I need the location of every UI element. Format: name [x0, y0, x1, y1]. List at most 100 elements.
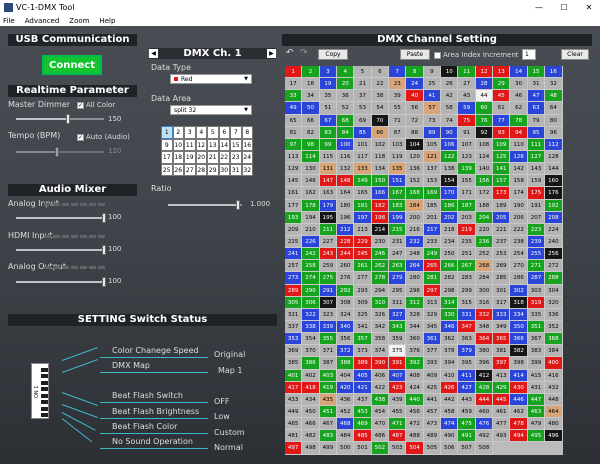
- dmx-channel-cell[interactable]: 100: [337, 138, 355, 151]
- dmx-channel-cell[interactable]: 395: [458, 357, 476, 370]
- dmx-channel-cell[interactable]: 122: [441, 150, 459, 164]
- dmx-channel-cell[interactable]: 388: [337, 357, 355, 370]
- dmx-channel-cell[interactable]: 182: [371, 199, 390, 212]
- dmx-channel-cell[interactable]: 157: [493, 175, 511, 188]
- dmx-channel-cell[interactable]: 227: [319, 235, 338, 249]
- maximize-button[interactable]: ☐: [555, 0, 573, 15]
- dmx-channel-cell[interactable]: 405: [354, 369, 372, 382]
- dmx-channel-cell[interactable]: 25: [423, 78, 442, 91]
- dmx-channel-cell[interactable]: 487: [389, 430, 407, 443]
- dmx-channel-cell[interactable]: 62: [510, 102, 528, 115]
- dmx-channel-cell[interactable]: 482: [302, 430, 320, 443]
- area-index-cell[interactable]: 19: [184, 151, 196, 164]
- dmx-channel-cell[interactable]: 234: [441, 235, 459, 249]
- dmx-channel-cell[interactable]: 333: [493, 308, 511, 321]
- dmx-channel-cell[interactable]: 320: [545, 296, 563, 309]
- dmx-channel-cell[interactable]: 186: [441, 199, 459, 212]
- dmx-channel-cell[interactable]: 66: [302, 114, 320, 127]
- dmx-channel-cell[interactable]: 434: [302, 393, 320, 406]
- dmx-channel-cell[interactable]: 152: [406, 175, 424, 188]
- dmx-channel-cell[interactable]: 37: [354, 90, 372, 103]
- dmx-channel-cell[interactable]: 481: [285, 430, 303, 443]
- area-index-cell[interactable]: 4: [195, 126, 207, 139]
- area-index-cell[interactable]: 22: [218, 151, 230, 164]
- dmx-channel-cell[interactable]: 504: [406, 442, 424, 455]
- master-dimmer-thumb[interactable]: [65, 114, 70, 124]
- dmx-channel-cell[interactable]: 442: [441, 393, 459, 406]
- dmx-channel-cell[interactable]: 338: [302, 320, 320, 334]
- dmx-channel-cell[interactable]: 480: [545, 418, 563, 431]
- dmx-channel-cell[interactable]: 285: [493, 272, 511, 285]
- dmx-channel-cell[interactable]: 427: [458, 381, 476, 394]
- dmx-channel-cell[interactable]: 115: [319, 150, 338, 164]
- dmx-channel-cell[interactable]: 128: [545, 150, 563, 164]
- dmx-channel-cell[interactable]: 217: [423, 223, 442, 236]
- dmx-channel-cell[interactable]: 241: [285, 248, 303, 261]
- dmx-channel-cell[interactable]: 432: [545, 381, 563, 394]
- area-index-cell[interactable]: 24: [241, 151, 253, 164]
- dmx-channel-cell[interactable]: 313: [423, 296, 442, 309]
- redo-icon[interactable]: ↷: [300, 48, 308, 58]
- dmx-channel-cell[interactable]: 497: [285, 442, 303, 455]
- dmx-channel-cell[interactable]: 42: [441, 90, 459, 103]
- dmx-channel-cell[interactable]: 170: [441, 187, 459, 200]
- dmx-channel-cell[interactable]: 97: [285, 138, 303, 151]
- dmx-channel-cell[interactable]: 283: [458, 272, 476, 285]
- dmx-channel-cell[interactable]: 479: [527, 418, 546, 431]
- dmx-channel-cell[interactable]: 488: [406, 430, 424, 443]
- dmx-channel-cell[interactable]: 79: [527, 114, 546, 127]
- dmx-channel-cell[interactable]: 54: [371, 102, 390, 115]
- dmx-channel-cell[interactable]: 347: [458, 320, 476, 334]
- dmx-channel-cell[interactable]: 401: [285, 369, 303, 382]
- hdmi-input-slider[interactable]: [16, 245, 106, 255]
- dmx-channel-cell[interactable]: 56: [406, 102, 424, 115]
- area-index-cell[interactable]: 28: [195, 163, 207, 176]
- dmx-channel-cell[interactable]: 501: [354, 442, 372, 455]
- dmx-channel-cell[interactable]: 358: [371, 333, 390, 346]
- dmx-channel-cell[interactable]: 372: [337, 345, 355, 358]
- tempo-slider[interactable]: [16, 147, 104, 157]
- tempo-thumb[interactable]: [55, 147, 60, 157]
- area-index-cell[interactable]: 25: [161, 163, 173, 176]
- dmx-channel-cell[interactable]: 214: [371, 223, 390, 236]
- dmx-channel-cell[interactable]: 21: [354, 78, 372, 91]
- dmx-channel-cell[interactable]: 203: [458, 211, 476, 224]
- dmx-channel-cell[interactable]: 354: [302, 333, 320, 346]
- dmx-channel-cell[interactable]: 107: [458, 138, 476, 151]
- dmx-channel-cell[interactable]: 194: [302, 211, 320, 224]
- dmx-channel-cell[interactable]: 403: [319, 369, 338, 382]
- dmx-channel-cell[interactable]: 270: [510, 260, 528, 273]
- dmx-channel-cell[interactable]: 257: [285, 260, 303, 273]
- dmx-channel-cell[interactable]: 195: [319, 211, 338, 224]
- dmx-channel-cell[interactable]: 1: [285, 66, 303, 79]
- dmx-channel-cell[interactable]: 240: [545, 235, 563, 249]
- dmx-channel-cell[interactable]: 323: [319, 308, 338, 321]
- dmx-channel-cell[interactable]: 190: [510, 199, 528, 212]
- dmx-channel-cell[interactable]: 50: [302, 102, 320, 115]
- dmx-channel-cell[interactable]: 376: [406, 345, 424, 358]
- dmx-channel-cell[interactable]: 144: [545, 163, 563, 176]
- dmx-channel-cell[interactable]: 229: [354, 235, 372, 249]
- dmx-channel-cell[interactable]: 132: [337, 163, 355, 176]
- dmx-channel-cell[interactable]: 11: [458, 66, 476, 79]
- dmx-channel-cell[interactable]: 340: [337, 320, 355, 334]
- dmx-channel-cell[interactable]: 185: [423, 199, 442, 212]
- dmx-channel-cell[interactable]: 7: [389, 66, 407, 79]
- dmx-channel-cell[interactable]: 456: [406, 405, 424, 419]
- dmx-channel-cell[interactable]: 392: [406, 357, 424, 370]
- dmx-channel-cell[interactable]: 184: [406, 199, 424, 212]
- dmx-channel-cell[interactable]: 352: [545, 320, 563, 334]
- dmx-channel-cell[interactable]: 272: [545, 260, 563, 273]
- dmx-channel-cell[interactable]: 356: [337, 333, 355, 346]
- dmx-channel-cell[interactable]: 18: [302, 78, 320, 91]
- dmx-channel-cell[interactable]: 489: [423, 430, 442, 443]
- dmx-channel-cell[interactable]: 369: [285, 345, 303, 358]
- area-index-cell[interactable]: 29: [207, 163, 219, 176]
- dmx-channel-cell[interactable]: 20: [337, 78, 355, 91]
- dmx-channel-cell[interactable]: 106: [441, 138, 459, 151]
- dmx-channel-cell[interactable]: 135: [389, 163, 407, 176]
- dmx-channel-cell[interactable]: 322: [302, 308, 320, 321]
- area-index-cell[interactable]: 12: [195, 138, 207, 151]
- dmx-channel-cell[interactable]: 278: [371, 272, 390, 285]
- dmx-channel-cell[interactable]: 329: [423, 308, 442, 321]
